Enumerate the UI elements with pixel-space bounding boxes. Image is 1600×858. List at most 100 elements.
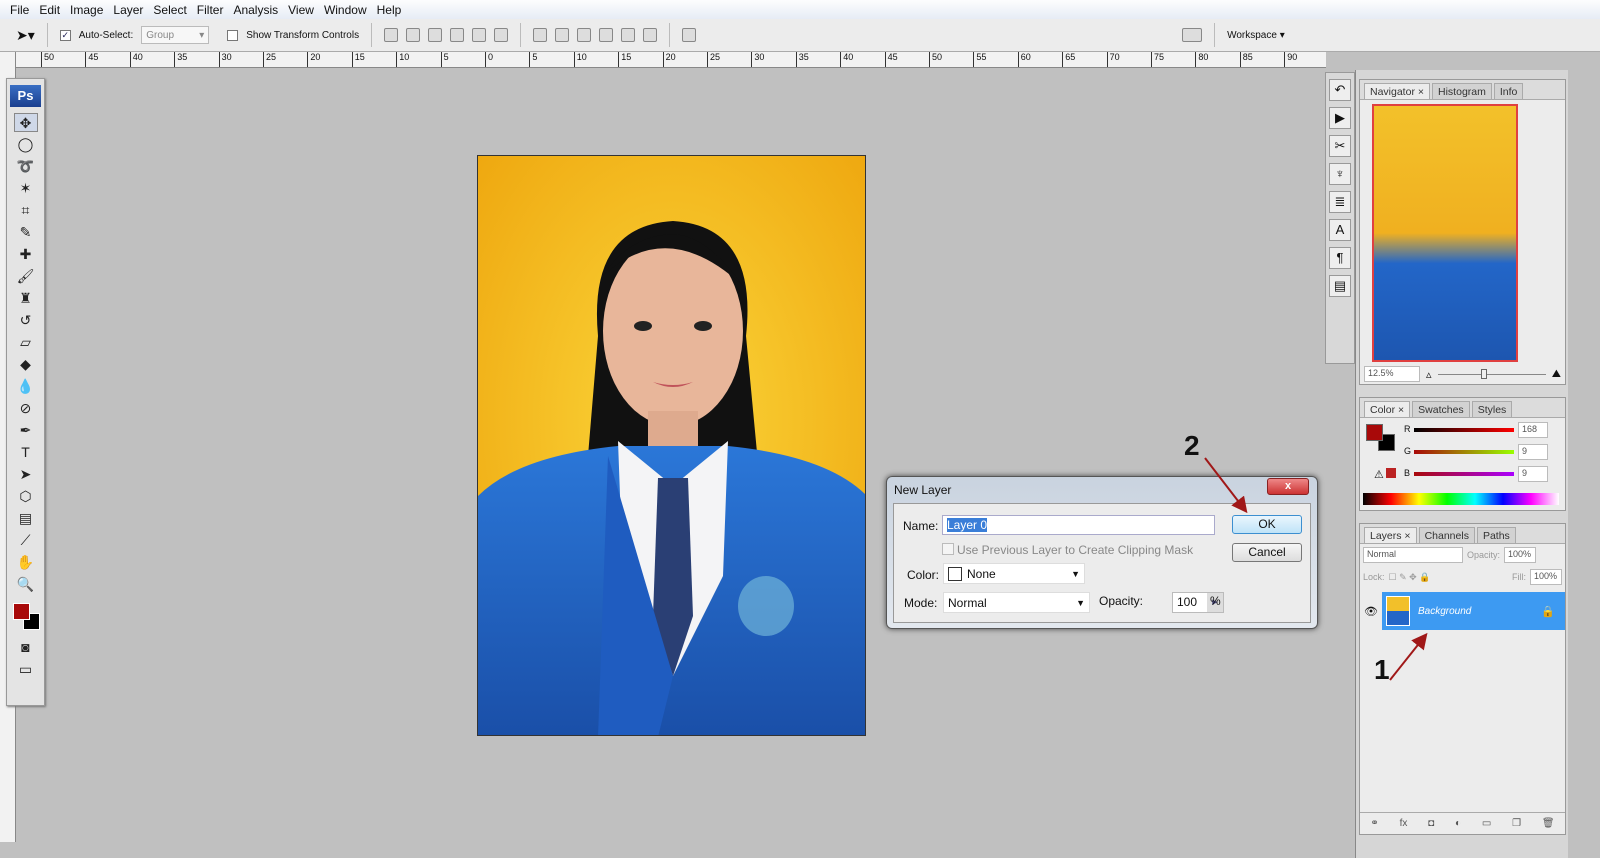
menu-file[interactable]: File <box>8 3 37 17</box>
menu-select[interactable]: Select <box>151 3 194 17</box>
layer-opacity-field[interactable]: 100% <box>1504 547 1537 563</box>
clipping-mask-checkbox[interactable] <box>942 543 954 555</box>
distribute-left-icon[interactable] <box>599 28 614 42</box>
menu-view[interactable]: View <box>286 3 322 17</box>
navigator-zoom-field[interactable]: 12.5% <box>1364 366 1420 382</box>
distribute-vcenter-icon[interactable] <box>555 28 570 42</box>
move-tool-preset-icon[interactable]: ➤▾ <box>16 27 35 44</box>
tool-presets-icon[interactable]: ✂ <box>1329 135 1351 157</box>
document-image[interactable] <box>477 155 866 736</box>
healing-brush-icon[interactable]: ✚ <box>14 245 38 264</box>
path-selection-icon[interactable]: ➤ <box>14 465 38 484</box>
slice-tool-icon[interactable]: ✎ <box>14 223 38 242</box>
quick-mask-icon[interactable]: ◙ <box>14 638 38 657</box>
shape-tool-icon[interactable]: ⬡ <box>14 487 38 506</box>
zoom-in-icon[interactable]: ⛰ <box>1552 368 1561 381</box>
r-slider[interactable] <box>1414 428 1514 432</box>
bridge-icon[interactable] <box>1182 28 1203 42</box>
navigator-zoom-slider[interactable] <box>1437 368 1546 379</box>
history-icon[interactable]: ↶ <box>1329 79 1351 101</box>
menu-help[interactable]: Help <box>375 3 410 17</box>
link-layers-icon[interactable]: ⚭ <box>1370 818 1378 829</box>
adjustment-layer-icon[interactable]: ◐ <box>1455 818 1461 829</box>
layer-name-input[interactable]: Layer 0 <box>942 515 1215 535</box>
menu-layer[interactable]: Layer <box>111 3 151 17</box>
tab-histogram[interactable]: Histogram <box>1432 83 1492 99</box>
layer-mask-icon[interactable]: ◘ <box>1428 818 1434 829</box>
character-icon[interactable]: A <box>1329 219 1351 241</box>
g-slider[interactable] <box>1414 450 1514 454</box>
pen-tool-icon[interactable]: ✒ <box>14 421 38 440</box>
tab-info[interactable]: Info <box>1493 83 1524 99</box>
dodge-tool-icon[interactable]: ⊘ <box>14 399 38 418</box>
navigator-thumbnail[interactable] <box>1372 104 1518 362</box>
menu-window[interactable]: Window <box>322 3 375 17</box>
history-brush-icon[interactable]: ↺ <box>14 311 38 330</box>
tab-channels[interactable]: Channels <box>1418 527 1475 543</box>
mode-dropdown[interactable]: Normal ▼ <box>943 592 1090 613</box>
menu-filter[interactable]: Filter <box>195 3 232 17</box>
auto-align-icon[interactable] <box>682 28 697 42</box>
new-group-icon[interactable]: ▭ <box>1482 818 1491 829</box>
align-top-icon[interactable] <box>384 28 399 42</box>
blur-tool-icon[interactable]: 💧 <box>14 377 38 396</box>
menu-edit[interactable]: Edit <box>37 3 68 17</box>
type-tool-icon[interactable]: T <box>14 443 38 462</box>
auto-select-checkbox[interactable]: ✓ <box>59 29 71 41</box>
distribute-top-icon[interactable] <box>533 28 548 42</box>
tab-color[interactable]: Color × <box>1364 401 1411 417</box>
eye-icon[interactable]: 👁 <box>1360 605 1382 618</box>
delete-layer-icon[interactable]: 🗑 <box>1542 818 1555 829</box>
workspace-button[interactable]: Workspace ▾ <box>1227 30 1285 41</box>
clone-source-icon[interactable]: ≣ <box>1329 191 1351 213</box>
eyedropper-tool-icon[interactable]: ⟋ <box>14 531 38 550</box>
notes-tool-icon[interactable]: ▤ <box>14 509 38 528</box>
color-dropdown[interactable]: None ▼ <box>943 563 1085 584</box>
gamut-warning-icon[interactable]: ⚠ <box>1374 468 1396 481</box>
layer-row[interactable]: 👁 Background 🔒 <box>1360 592 1565 630</box>
align-left-icon[interactable] <box>450 28 465 42</box>
menu-image[interactable]: Image <box>68 3 111 17</box>
paragraph-icon[interactable]: ¶ <box>1329 247 1351 269</box>
eraser-tool-icon[interactable]: ▱ <box>14 333 38 352</box>
align-vcenter-icon[interactable] <box>406 28 421 42</box>
g-value[interactable]: 9 <box>1518 444 1548 460</box>
actions-icon[interactable]: ▶ <box>1329 107 1351 129</box>
r-value[interactable]: 168 <box>1518 422 1548 438</box>
tab-layers[interactable]: Layers × <box>1364 527 1417 543</box>
layer-style-icon[interactable]: fx <box>1400 818 1408 829</box>
foreground-color-swatch[interactable] <box>13 603 30 620</box>
tab-paths[interactable]: Paths <box>1476 527 1516 543</box>
align-hcenter-icon[interactable] <box>472 28 487 42</box>
lock-icons[interactable]: ☐ ✎ ✥ 🔒 <box>1389 572 1431 583</box>
layer-name[interactable]: Background <box>1418 606 1533 617</box>
tab-styles[interactable]: Styles <box>1471 401 1513 417</box>
marquee-tool-icon[interactable]: ◯ <box>14 135 38 154</box>
crop-tool-icon[interactable]: ⌗ <box>14 201 38 220</box>
dialog-close-button[interactable]: x <box>1267 478 1309 495</box>
menu-analysis[interactable]: Analysis <box>231 3 286 17</box>
b-value[interactable]: 9 <box>1518 466 1548 482</box>
tab-navigator[interactable]: Navigator × <box>1364 83 1431 99</box>
new-layer-icon[interactable]: ❐ <box>1512 818 1521 829</box>
distribute-right-icon[interactable] <box>643 28 658 42</box>
distribute-bottom-icon[interactable] <box>577 28 592 42</box>
tab-swatches[interactable]: Swatches <box>1412 401 1470 417</box>
zoom-out-icon[interactable]: ▵ <box>1426 368 1432 381</box>
brushes-icon[interactable]: ♆ <box>1329 163 1351 185</box>
layer-fill-field[interactable]: 100% <box>1530 569 1562 585</box>
align-bottom-icon[interactable] <box>428 28 443 42</box>
blend-mode-dropdown[interactable]: Normal <box>1363 547 1463 563</box>
brush-tool-icon[interactable]: 🖌 <box>14 267 38 286</box>
move-tool-icon[interactable]: ✥ <box>13 113 38 132</box>
color-swatches[interactable] <box>7 597 44 635</box>
magic-wand-tool-icon[interactable]: ✶ <box>14 179 38 198</box>
ok-button[interactable]: OK <box>1232 515 1302 534</box>
screen-mode-icon[interactable]: ▭ <box>14 660 38 679</box>
align-right-icon[interactable] <box>494 28 509 42</box>
cancel-button[interactable]: Cancel <box>1232 543 1302 562</box>
clone-stamp-icon[interactable]: ♜ <box>14 289 38 308</box>
paint-bucket-icon[interactable]: ◆ <box>14 355 38 374</box>
hand-tool-icon[interactable]: ✋ <box>14 553 38 572</box>
fg-color-chip[interactable] <box>1366 424 1383 441</box>
